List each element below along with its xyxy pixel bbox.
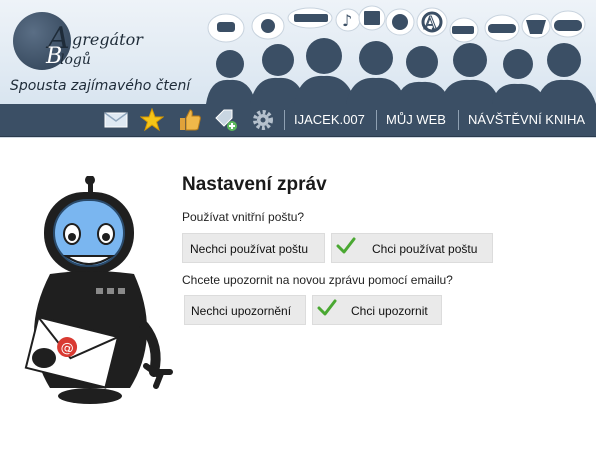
nav-link-user[interactable]: IJACEK.007	[294, 104, 365, 136]
site-header: A gregátor B logů Spousta zajímavého čte…	[0, 0, 596, 104]
thumbs-up-icon[interactable]	[178, 108, 202, 132]
logo-text-line1: gregátor	[72, 30, 143, 49]
robot-mascot-illustration: @	[24, 176, 173, 404]
nav-link-my-web[interactable]: MŮJ WEB	[386, 104, 446, 136]
enable-notify-button[interactable]: Chci upozornit	[312, 295, 442, 325]
mail-icon[interactable]	[104, 108, 128, 132]
nav-separator	[284, 110, 285, 130]
site-tagline: Spousta zajímavého čtení	[10, 78, 191, 94]
disable-notify-button[interactable]: Nechci upozornění	[184, 295, 306, 325]
tag-add-icon[interactable]	[214, 108, 238, 132]
disable-mail-label: Nechci používat poštu	[190, 242, 309, 256]
question-internal-mail: Používat vnitřní poštu?	[182, 210, 305, 224]
nav-bar: IJACEK.007 MŮJ WEB NÁVŠTĚVNÍ KNIHA	[0, 104, 596, 137]
header-divider	[0, 137, 596, 138]
disable-notify-label: Nechci upozornění	[191, 304, 292, 318]
check-icon	[336, 237, 356, 254]
page-title: Nastavení zpráv	[182, 174, 327, 195]
svg-text:♪: ♪	[342, 11, 352, 30]
enable-notify-label: Chci upozornit	[351, 304, 428, 318]
star-icon[interactable]	[140, 108, 164, 132]
question-email-notify: Chcete upozornit na novou zprávu pomocí …	[182, 273, 453, 287]
logo-text-line2: logů	[60, 52, 91, 68]
crowd-illustration: ♪ A	[206, 5, 596, 104]
enable-mail-button[interactable]: Chci používat poštu	[331, 233, 493, 263]
gear-icon[interactable]	[251, 108, 275, 132]
disable-mail-button[interactable]: Nechci používat poštu	[182, 233, 325, 263]
nav-separator	[458, 110, 459, 130]
nav-link-guestbook[interactable]: NÁVŠTĚVNÍ KNIHA	[468, 104, 585, 136]
nav-separator	[376, 110, 377, 130]
check-icon	[317, 299, 337, 316]
enable-mail-label: Chci používat poštu	[372, 242, 478, 256]
